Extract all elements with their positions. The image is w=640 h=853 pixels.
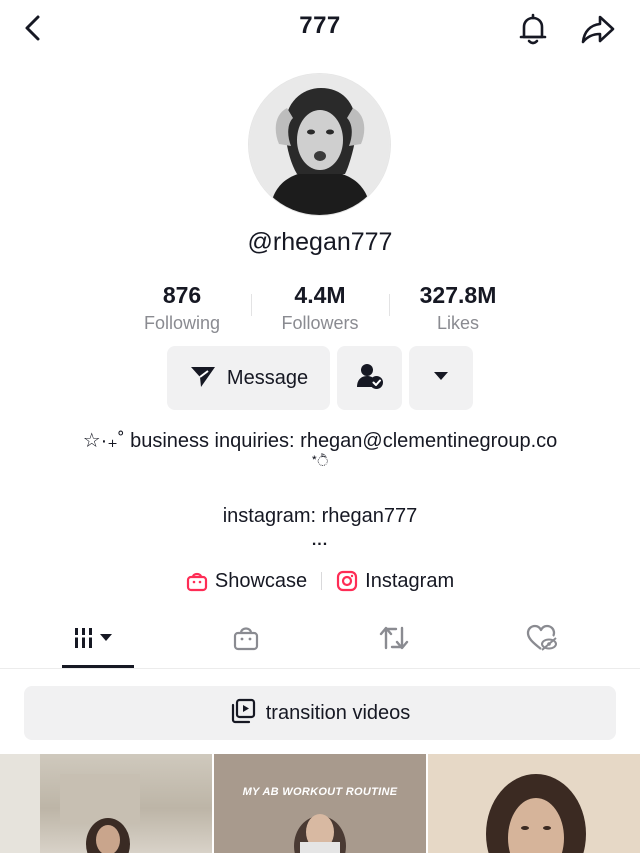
caret-down-icon [432, 369, 450, 387]
instagram-label: Instagram [365, 569, 455, 592]
tab-shop[interactable] [166, 612, 326, 668]
thumbnail-caption: MY AB WORKOUT ROUTINE [242, 786, 398, 798]
shopping-bag-icon [186, 570, 208, 592]
bio-line: instagram: rhegan777 [222, 505, 418, 527]
video-grid: MY AB WORKOUT ROUTINE [0, 754, 640, 853]
profile-stats: 876 Following 4.4M Followers 327.8M Like… [113, 280, 527, 340]
more-options-button[interactable] [409, 346, 473, 410]
person-check-icon [355, 361, 385, 396]
bell-icon[interactable] [514, 10, 552, 48]
stat-value: 327.8M [419, 282, 497, 308]
username: @rhegan777 [247, 228, 393, 256]
tab-liked[interactable] [462, 612, 622, 668]
tab-reposts[interactable] [314, 612, 474, 668]
playlist-button[interactable]: transition videos [24, 686, 616, 740]
link-divider [321, 572, 323, 590]
showcase-label: Showcase [214, 569, 308, 592]
share-arrow-icon[interactable] [578, 10, 618, 48]
video-thumbnail[interactable] [428, 754, 640, 853]
stat-following[interactable]: 876 Following [113, 280, 251, 336]
stat-label: Likes [436, 313, 480, 333]
instagram-link[interactable]: Instagram [336, 570, 454, 593]
bio-more[interactable]: ... [0, 532, 640, 550]
repost-icon [378, 623, 410, 658]
friend-status-button[interactable] [337, 346, 402, 410]
bag-icon [232, 624, 260, 657]
grid-bars-icon [73, 625, 123, 656]
instagram-icon [336, 570, 358, 592]
send-icon [189, 363, 217, 394]
bio-line: ☆·₊˚ business inquiries: rhegan@clementi… [82, 430, 558, 452]
tab-videos[interactable] [18, 612, 178, 668]
stat-followers[interactable]: 4.4M Followers [251, 280, 389, 336]
stat-label: Following [143, 313, 221, 333]
top-bar: 777 [0, 0, 640, 60]
bio-line: *ੈ [311, 453, 329, 469]
stat-value: 876 [162, 282, 202, 308]
showcase-link[interactable]: Showcase [186, 570, 307, 593]
playlist-icon [230, 698, 256, 729]
video-thumbnail[interactable]: MY AB WORKOUT ROUTINE [214, 754, 426, 853]
active-tab-indicator [62, 665, 134, 668]
stat-likes[interactable]: 327.8M Likes [389, 280, 527, 336]
content-tabs [0, 612, 640, 669]
playlist-label: transition videos [265, 701, 411, 724]
profile-links: Showcase Instagram [0, 566, 640, 596]
video-thumbnail[interactable] [0, 754, 212, 853]
message-button[interactable]: Message [167, 346, 330, 410]
avatar[interactable] [248, 73, 391, 216]
stat-value: 4.4M [294, 282, 346, 308]
stat-label: Followers [281, 313, 359, 333]
heart-hidden-icon [526, 624, 558, 657]
message-label: Message [226, 366, 309, 389]
